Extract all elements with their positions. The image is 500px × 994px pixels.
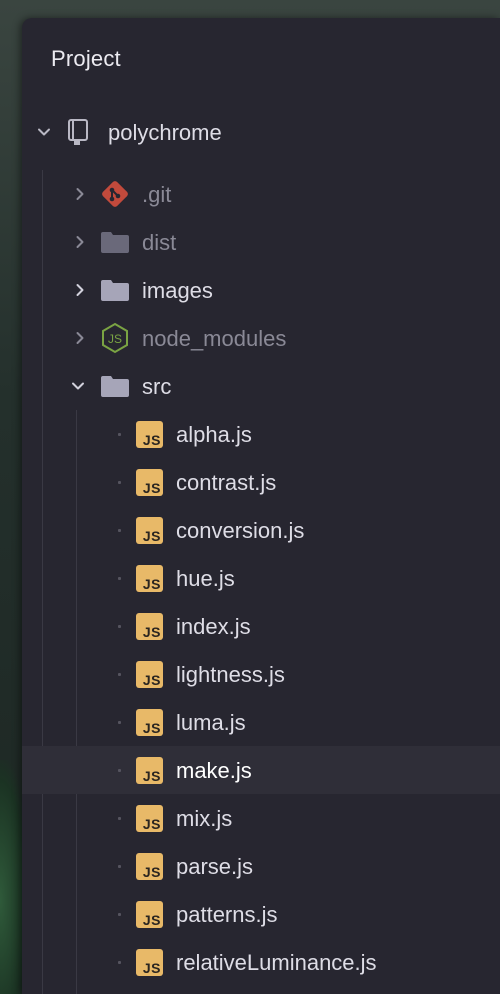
- js-badge-text: JS: [142, 912, 161, 928]
- js-badge-text: JS: [142, 816, 161, 832]
- tree-item-label: luma.js: [176, 710, 246, 735]
- tree-file-item[interactable]: JS index.js: [22, 602, 500, 650]
- folder-icon: [100, 374, 130, 398]
- tree-item-images[interactable]: images: [22, 266, 500, 314]
- panel-title: Project: [51, 46, 121, 71]
- tree-bullet-dot: [118, 529, 121, 532]
- tree-file-item[interactable]: JS contrast.js: [22, 458, 500, 506]
- tree-bullet-dot: [118, 961, 121, 964]
- tree-item-src[interactable]: src: [22, 362, 500, 410]
- repo-book-icon: [64, 118, 92, 146]
- js-file-icon: JS: [136, 469, 163, 496]
- tree-item-label: lightness.js: [176, 662, 285, 687]
- tree-bullet-dot: [118, 433, 121, 436]
- tree-item-label: mix.js: [176, 806, 233, 831]
- tree-file-item[interactable]: JS relativeLuminance.js: [22, 938, 500, 986]
- chevron-right-icon[interactable]: [70, 232, 90, 252]
- tree-item-label: contrast.js: [176, 470, 277, 495]
- tree-item-label: relativeLuminance.js: [176, 950, 377, 975]
- tree-item-label: parse.js: [176, 854, 254, 879]
- tree-item-label: make.js: [176, 758, 252, 783]
- tree-file-item[interactable]: JS conversion.js: [22, 506, 500, 554]
- js-badge-text: JS: [142, 864, 161, 880]
- js-file-icon: JS: [136, 421, 163, 448]
- tree-item-label: .git: [142, 182, 172, 207]
- tree-item-git[interactable]: .git: [22, 170, 500, 218]
- js-file-icon: JS: [136, 613, 163, 640]
- chevron-right-icon[interactable]: [70, 280, 90, 300]
- tree-file-item[interactable]: JS mix.js: [22, 794, 500, 842]
- js-badge-text: JS: [142, 480, 161, 496]
- svg-text:JS: JS: [108, 332, 122, 346]
- tree-item-label: dist: [142, 230, 177, 255]
- tree-item-label: patterns.js: [176, 902, 278, 927]
- tree-bullet-dot: [118, 721, 121, 724]
- tree-bullet-dot: [118, 817, 121, 820]
- tree-file-item[interactable]: JS hue.js: [22, 554, 500, 602]
- tree-item-node-modules[interactable]: JS node_modules: [22, 314, 500, 362]
- tree-bullet-dot: [118, 913, 121, 916]
- js-badge-text: JS: [142, 768, 161, 784]
- tree-item-label: node_modules: [142, 326, 287, 351]
- tree-bullet-dot: [118, 673, 121, 676]
- tree-file-item[interactable]: JS alpha.js: [22, 410, 500, 458]
- tree-item-label: conversion.js: [176, 518, 305, 543]
- js-file-icon: JS: [136, 517, 163, 544]
- tree-item-label: hue.js: [176, 566, 235, 591]
- js-badge-text: JS: [142, 432, 161, 448]
- js-badge-text: JS: [142, 528, 161, 544]
- git-icon: [100, 179, 130, 209]
- tree-file-item[interactable]: JS make.js: [22, 746, 500, 794]
- js-file-icon: JS: [136, 757, 163, 784]
- tree-item-label: images: [142, 278, 213, 303]
- folder-icon: [100, 230, 130, 254]
- chevron-right-icon[interactable]: [70, 184, 90, 204]
- tree-bullet-dot: [118, 769, 121, 772]
- js-file-icon: JS: [136, 565, 163, 592]
- tree-file-item[interactable]: JS luma.js: [22, 698, 500, 746]
- tree-bullet-dot: [118, 865, 121, 868]
- js-file-icon: JS: [136, 853, 163, 880]
- tree-item-label: alpha.js: [176, 422, 252, 447]
- chevron-down-icon[interactable]: [34, 122, 54, 142]
- tree-root-polychrome[interactable]: polychrome: [22, 108, 500, 156]
- js-file-icon: JS: [136, 805, 163, 832]
- tree-bullet-dot: [118, 577, 121, 580]
- js-file-icon: JS: [136, 661, 163, 688]
- tree-item-label: index.js: [176, 614, 251, 639]
- tree-item-dist[interactable]: dist: [22, 218, 500, 266]
- tree-bullet-dot: [118, 625, 121, 628]
- project-panel: Project polychrome .git dist images JS n…: [22, 18, 500, 994]
- js-badge-text: JS: [142, 960, 161, 976]
- chevron-right-icon[interactable]: [70, 328, 90, 348]
- js-badge-text: JS: [142, 720, 161, 736]
- tree-bullet-dot: [118, 481, 121, 484]
- js-file-icon: JS: [136, 709, 163, 736]
- chevron-down-icon[interactable]: [68, 376, 88, 396]
- js-badge-text: JS: [142, 576, 161, 592]
- tree-file-item[interactable]: JS parse.js: [22, 842, 500, 890]
- tree-file-item[interactable]: JS patterns.js: [22, 890, 500, 938]
- tree-file-item[interactable]: JS lightness.js: [22, 650, 500, 698]
- js-badge-text: JS: [142, 624, 161, 640]
- js-badge-text: JS: [142, 672, 161, 688]
- js-file-icon: JS: [136, 949, 163, 976]
- nodejs-icon: JS: [100, 322, 130, 354]
- tree-item-label: src: [142, 374, 172, 399]
- tree-item-label: polychrome: [108, 120, 222, 145]
- js-file-icon: JS: [136, 901, 163, 928]
- folder-icon: [100, 278, 130, 302]
